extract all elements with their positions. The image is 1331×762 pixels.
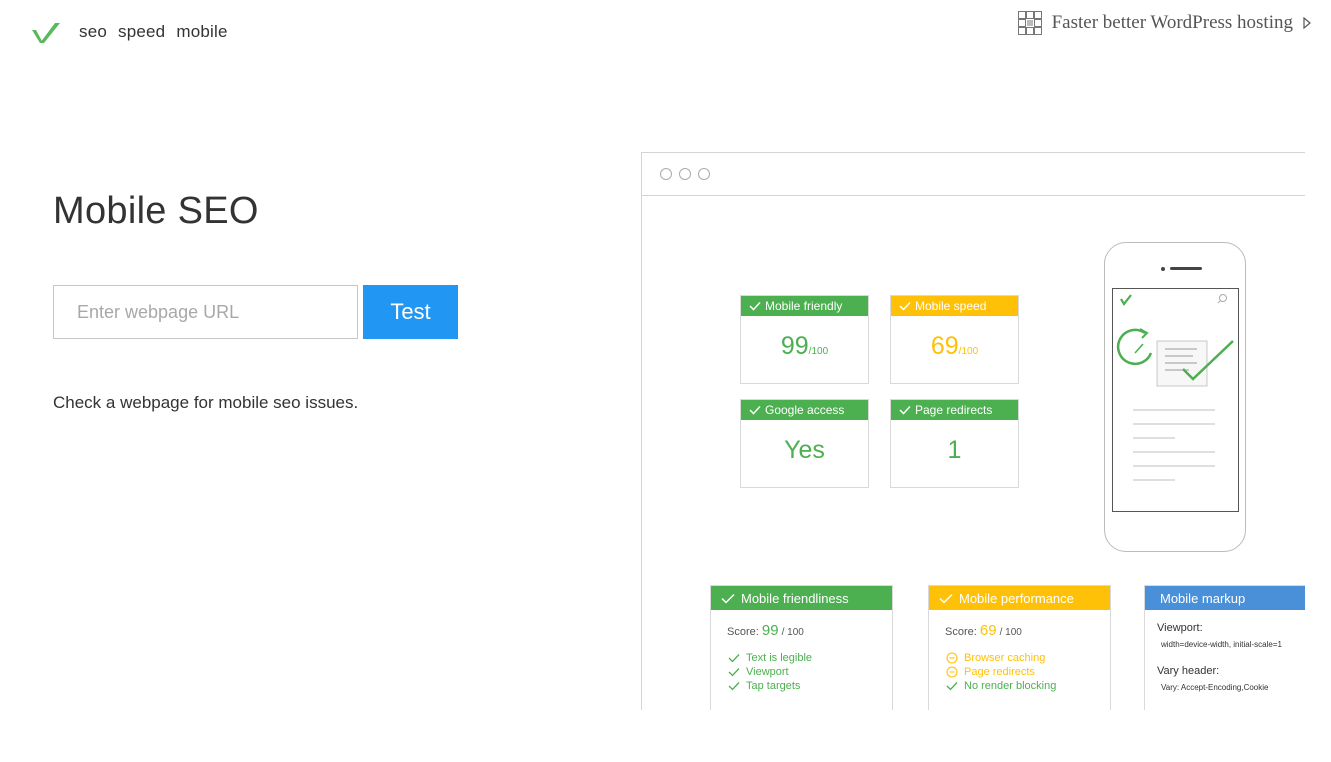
browser-illustration: Mobile friendly 99/100 Mobile speed 69/1… (641, 152, 1305, 710)
promo-text: Faster better WordPress hosting (1051, 12, 1293, 33)
check-icon (749, 405, 761, 415)
score-card-page-redirects: Page redirects 1 (890, 399, 1019, 488)
hosting-promo-link[interactable]: Faster better WordPress hosting (1017, 11, 1311, 35)
list-item: Browser caching (946, 651, 1110, 665)
viewport-label: Viewport: (1157, 622, 1203, 634)
main-nav: seo speed mobile (79, 22, 228, 42)
window-dot (679, 168, 691, 180)
score-value: 69 (979, 622, 997, 639)
vary-header-value: Vary: Accept-Encoding,Cookie (1161, 683, 1269, 692)
test-button[interactable]: Test (363, 285, 458, 339)
browser-title-bar (642, 153, 1305, 196)
card-suffix: /100 (958, 346, 979, 357)
card-label: Google access (765, 403, 845, 417)
score-suffix: / 100 (781, 627, 804, 638)
check-icon (899, 301, 911, 311)
list-item: No render blocking (946, 679, 1110, 693)
phone-camera (1161, 267, 1165, 271)
window-dot (698, 168, 710, 180)
check-icon (728, 654, 740, 663)
page-title: Mobile SEO (53, 190, 259, 232)
card-value: 69 (930, 332, 959, 360)
check-icon (939, 593, 953, 604)
list-item: Tap targets (728, 679, 892, 693)
phone-screen-art (1116, 294, 1234, 481)
minus-circle-icon (946, 652, 958, 664)
score-suffix: / 100 (999, 627, 1022, 638)
panel-mobile-markup: Mobile markup Viewport: width=device-wid… (1144, 585, 1305, 710)
score-label: Score: (945, 626, 977, 638)
item-text: No render blocking (964, 680, 1057, 692)
item-text: Tap targets (746, 680, 801, 692)
item-text: Text is legible (746, 652, 813, 664)
nav-link-seo[interactable]: seo (79, 22, 107, 42)
check-icon (728, 682, 740, 691)
item-text: Browser caching (964, 652, 1046, 664)
score-card-google-access: Google access Yes (740, 399, 869, 488)
panel-title: Mobile friendliness (741, 590, 849, 606)
card-label: Page redirects (915, 403, 993, 417)
card-value: 1 (947, 436, 962, 464)
vary-header-label: Vary header: (1157, 665, 1220, 677)
phone-speaker (1170, 267, 1202, 270)
card-label: Mobile speed (915, 299, 987, 313)
url-input[interactable] (53, 285, 358, 339)
nav-link-mobile[interactable]: mobile (176, 22, 227, 42)
card-label: Mobile friendly (765, 299, 843, 313)
list-item: Viewport (728, 665, 892, 679)
score-label: Score: (727, 626, 759, 638)
panel-title: Mobile performance (959, 590, 1074, 606)
phone-illustration (1104, 242, 1246, 552)
panel-mobile-friendliness: Mobile friendliness Score: 99 / 100 Text… (710, 585, 893, 710)
check-icon (946, 682, 958, 691)
panel-mobile-performance: Mobile performance Score: 69 / 100 Brows… (928, 585, 1111, 710)
check-icon (749, 301, 761, 311)
phone-screen (1112, 288, 1239, 512)
card-value: Yes (784, 436, 825, 464)
check-icon (899, 405, 911, 415)
card-suffix: /100 (808, 346, 829, 357)
score-card-mobile-speed: Mobile speed 69/100 (890, 295, 1019, 384)
grid-icon (1017, 11, 1042, 35)
list-item: Text is legible (728, 651, 892, 665)
search-icon (1217, 294, 1227, 304)
window-dot (660, 168, 672, 180)
play-triangle-icon (1303, 17, 1311, 29)
viewport-value: width=device-width, initial-scale=1 (1161, 640, 1282, 649)
item-text: Viewport (746, 666, 789, 678)
nav-link-speed[interactable]: speed (118, 22, 165, 42)
page-description: Check a webpage for mobile seo issues. (53, 393, 359, 412)
check-icon (721, 593, 735, 604)
score-card-mobile-friendly: Mobile friendly 99/100 (740, 295, 869, 384)
logo[interactable] (31, 21, 61, 45)
panel-title: Mobile markup (1160, 590, 1246, 606)
card-value: 99 (780, 332, 809, 360)
item-text: Page redirects (964, 666, 1035, 678)
minus-circle-icon (946, 666, 958, 678)
score-value: 99 (761, 622, 779, 639)
check-icon (728, 668, 740, 677)
list-item: Page redirects (946, 665, 1110, 679)
